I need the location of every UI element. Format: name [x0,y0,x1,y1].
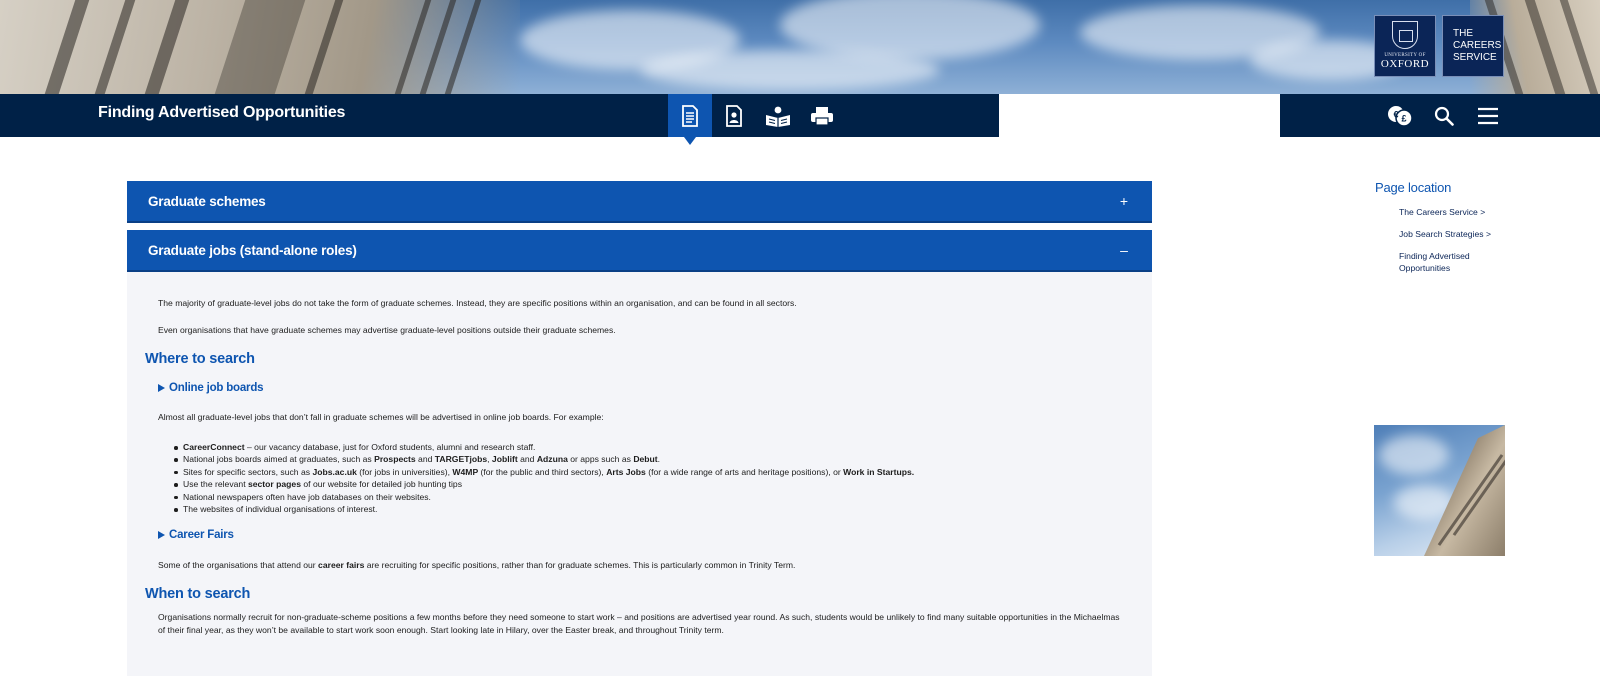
page: UNIVERSITY OF OXFORD THE CAREERS SERVICE… [0,0,1600,676]
accordion-title: Graduate schemes [148,193,266,209]
menu-icon[interactable] [1466,94,1510,137]
hero-banner: UNIVERSITY OF OXFORD THE CAREERS SERVICE [0,0,1600,94]
arts-jobs-link[interactable]: Arts Jobs [606,467,646,477]
list-text: and [517,454,537,465]
list-item: The websites of individual organisations… [170,503,914,515]
when-to-search-heading: When to search [145,586,251,602]
list-item: CareerConnect – our vacancy database, ju… [170,441,914,453]
search-icon[interactable] [1422,94,1466,137]
when-to-search-paragraph: Organisations normally recruit for non-g… [158,612,1120,635]
accordion-graduate-schemes[interactable]: Graduate schemes + [127,181,1152,223]
list-text: or apps such as [567,454,634,465]
sector-pages-link[interactable]: sector pages [248,479,301,489]
triangle-right-icon [158,531,165,539]
svg-text:€: € [1393,109,1398,119]
page-location-heading: Page location [1375,180,1452,195]
list-text: (for jobs in universities), [356,466,453,477]
paragraph-text: are recruiting for specific positions, r… [364,560,796,570]
page-view-icons [668,94,844,145]
accordion-title: Graduate jobs (stand-alone roles) [148,242,357,258]
oxford-logo[interactable]: UNIVERSITY OF OXFORD [1374,15,1436,77]
window-strip [44,0,90,94]
triangle-right-icon [158,384,165,392]
window-strip [144,0,190,94]
list-text: The websites of individual organisations… [183,504,378,515]
paragraph-text: Some of the organisations that attend ou… [158,560,319,570]
list-text: National jobs boards aimed at graduates,… [183,454,375,465]
career-fairs-toggle[interactable]: Career Fairs [158,529,234,541]
list-item: National jobs boards aimed at graduates,… [170,453,914,465]
breadcrumb-careers-service[interactable]: The Careers Service > [1399,206,1509,218]
reading-person-icon[interactable] [756,94,800,137]
prospects-link[interactable]: Prospects [374,454,416,464]
sidebar-building-image [1374,425,1505,556]
list-text: of our website for detailed job hunting … [301,479,462,490]
accordion-graduate-jobs[interactable]: Graduate jobs (stand-alone roles) – [127,230,1152,272]
intro-paragraph: The majority of graduate-level jobs do n… [158,298,797,308]
career-fairs-link[interactable]: career fairs [318,560,364,570]
list-text: National newspapers often have job datab… [183,491,431,502]
careerconnect-link[interactable]: CareerConnect [183,442,245,452]
window-strip [304,0,344,94]
online-intro-paragraph: Almost all graduate-level jobs that don’… [158,412,604,422]
career-fairs-heading: Career Fairs [169,529,234,541]
profile-card-icon[interactable] [712,94,756,137]
document-icon[interactable] [668,94,712,145]
printer-icon[interactable] [800,94,844,137]
where-to-search-heading: Where to search [145,351,255,367]
logo-careers-line: CAREERS [1453,40,1502,51]
list-text: (for a wide range of arts and heritage p… [645,466,844,477]
w4mp-link[interactable]: W4MP [452,467,478,477]
intro-paragraph: Even organisations that have graduate sc… [158,325,616,335]
list-text: Use the relevant [183,479,248,490]
online-job-boards-heading: Online job boards [169,382,264,394]
list-text: – our vacancy database, just for Oxford … [244,442,536,452]
list-item: Sites for specific sectors, such as Jobs… [170,466,914,478]
breadcrumb: The Careers Service > Job Search Strateg… [1399,206,1509,284]
online-job-boards-toggle[interactable]: Online job boards [158,382,264,394]
collapse-icon[interactable]: – [1116,242,1132,258]
expand-icon[interactable]: + [1116,193,1132,209]
list-text: Sites for specific sectors, such as [183,466,313,477]
window-strip [1524,0,1566,94]
targetjobs-link[interactable]: TARGETjobs [435,454,487,464]
adzuna-link[interactable]: Adzuna [537,454,568,464]
logo-careers-line: SERVICE [1453,52,1497,63]
career-fairs-paragraph: Some of the organisations that attend ou… [158,559,795,572]
crest-icon [1392,21,1418,49]
building-image-left [0,0,520,94]
jobs-ac-uk-link[interactable]: Jobs.ac.uk [312,467,356,477]
list-item: National newspapers often have job datab… [170,491,914,503]
navbar-gap [999,94,1280,137]
list-text: . [657,454,661,465]
svg-text:£: £ [1401,113,1406,123]
cloud [1379,435,1449,475]
list-text: and [415,454,435,465]
window-strip [94,0,136,94]
debut-link[interactable]: Debut [633,454,657,464]
translate-icon[interactable]: € £ [1378,94,1422,137]
job-boards-list: CareerConnect – our vacancy database, ju… [170,441,914,515]
logo-oxford-text: OXFORD [1380,58,1430,70]
careers-service-logo[interactable]: THE CAREERS SERVICE [1442,15,1504,77]
tool-icons: € £ [1378,94,1510,137]
breadcrumb-job-search-strategies[interactable]: Job Search Strategies > [1399,228,1509,240]
joblift-link[interactable]: Joblift [492,454,518,464]
page-title: Finding Advertised Opportunities [98,104,346,121]
list-item: Use the relevant sector pages of our web… [170,478,914,490]
logo-careers-line: THE [1453,28,1473,39]
breadcrumb-current-page: Finding Advertised Opportunities [1399,250,1470,274]
window-strip [214,0,306,94]
list-text: (for the public and third sectors), [478,466,607,477]
cloud [640,50,940,90]
work-in-startups-link[interactable]: Work in Startups. [843,467,914,477]
window-strip [1559,0,1599,94]
